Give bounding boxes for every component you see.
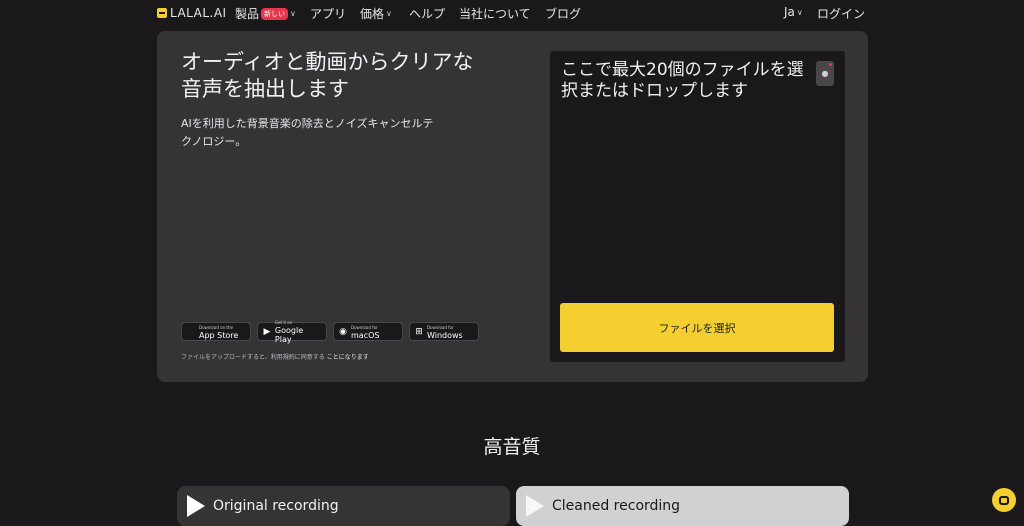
app-store-button[interactable]: Download on the App Store bbox=[181, 322, 251, 341]
hero-card: オーディオと動画からクリアな音声を抽出します AIを利用した背景音楽の除去とノイ… bbox=[157, 31, 868, 382]
chat-icon bbox=[999, 495, 1009, 505]
windows-text: Download for Windows bbox=[427, 324, 463, 340]
nav-apps[interactable]: アプリ bbox=[310, 5, 346, 22]
nav-pricing-label: 価格 bbox=[360, 7, 385, 21]
new-badge: 新しい bbox=[261, 7, 289, 20]
store-small-text: Download for bbox=[427, 324, 454, 330]
store-big-text: macOS bbox=[351, 330, 380, 340]
select-files-button[interactable]: ファイルを選択 bbox=[560, 303, 834, 352]
record-button[interactable]: ● bbox=[816, 61, 834, 86]
store-buttons: Download on the App Store ▶ Get it on Go… bbox=[181, 319, 479, 344]
file-dropzone[interactable]: ここで最大20個のファイルを選択またはドロップします ● ファイルを選択 bbox=[550, 51, 845, 362]
google-play-button[interactable]: ▶ Get it on Google Play bbox=[257, 319, 327, 344]
login-label: ログイン bbox=[817, 7, 866, 21]
section-title: 高音質 bbox=[483, 436, 541, 458]
hero-title: オーディオと動画からクリアな音声を抽出します bbox=[181, 50, 474, 101]
chevron-down-icon: ∨ bbox=[386, 9, 392, 18]
nav-blog-label: ブログ bbox=[545, 7, 582, 21]
nav-products[interactable]: 製品 新しい ∨ bbox=[235, 5, 296, 22]
play-icon[interactable] bbox=[526, 495, 544, 517]
record-indicator bbox=[829, 63, 832, 66]
app-store-text: Download on the App Store bbox=[199, 324, 238, 340]
chat-widget-button[interactable] bbox=[992, 488, 1016, 512]
store-big-text: App Store bbox=[199, 330, 239, 340]
language-label: Ja bbox=[784, 5, 795, 19]
hero-subtitle: AIを利用した背景音楽の除去とノイズキャンセルテクノロジー。 bbox=[181, 117, 434, 148]
play-icon[interactable] bbox=[187, 495, 205, 517]
terms-link[interactable]: ことになります bbox=[327, 354, 369, 361]
language-selector[interactable]: Ja ∨ bbox=[784, 5, 803, 19]
google-play-icon: ▶ bbox=[263, 326, 271, 337]
logo-text: LALAL.AI bbox=[170, 6, 227, 20]
cleaned-recording-label: Cleaned recording bbox=[552, 498, 681, 514]
store-big-text: Windows bbox=[427, 330, 463, 340]
logo-icon bbox=[157, 8, 167, 18]
nav-pricing[interactable]: 価格 ∨ bbox=[360, 5, 392, 22]
nav-apps-label: アプリ bbox=[310, 7, 347, 21]
original-recording-player[interactable]: Original recording bbox=[177, 486, 510, 526]
terms-notice: ファイルをアップロードすると、利用規約に同意する ことになります bbox=[181, 352, 369, 361]
windows-icon: ⊞ bbox=[415, 326, 423, 337]
nav-help[interactable]: ヘルプ bbox=[409, 5, 445, 22]
google-play-text: Get it on Google Play bbox=[275, 319, 322, 344]
dropzone-text: ここで最大20個のファイルを選択またはドロップします bbox=[561, 60, 804, 101]
nav-products-label: 製品 bbox=[235, 7, 260, 21]
macos-button[interactable]: ◉ Download for macOS bbox=[333, 322, 403, 341]
login-link[interactable]: ログイン bbox=[817, 5, 865, 22]
macos-text: Download for macOS bbox=[351, 324, 379, 340]
original-recording-label: Original recording bbox=[213, 498, 339, 514]
store-small-text: Get it on bbox=[274, 320, 293, 325]
store-small-text: Download on the bbox=[199, 324, 233, 330]
top-nav: LALAL.AI 製品 新しい ∨ アプリ 価格 ∨ ヘルプ 当社について ブロ… bbox=[0, 0, 1024, 28]
windows-button[interactable]: ⊞ Download for Windows bbox=[409, 322, 479, 341]
chevron-down-icon: ∨ bbox=[796, 7, 803, 17]
terms-text: ファイルをアップロードすると、利用規約に同意する bbox=[181, 354, 325, 361]
store-big-text: Google Play bbox=[274, 326, 304, 344]
store-small-text: Download for bbox=[351, 324, 378, 330]
macos-icon: ◉ bbox=[339, 326, 347, 337]
chevron-down-icon: ∨ bbox=[290, 9, 296, 18]
logo[interactable]: LALAL.AI bbox=[157, 6, 227, 20]
nav-blog[interactable]: ブログ bbox=[545, 5, 581, 22]
nav-about[interactable]: 当社について bbox=[459, 5, 531, 22]
record-icon: ● bbox=[821, 69, 829, 78]
cleaned-recording-player[interactable]: Cleaned recording bbox=[516, 486, 849, 526]
nav-about-label: 当社について bbox=[459, 7, 531, 21]
nav-help-label: ヘルプ bbox=[409, 7, 446, 21]
